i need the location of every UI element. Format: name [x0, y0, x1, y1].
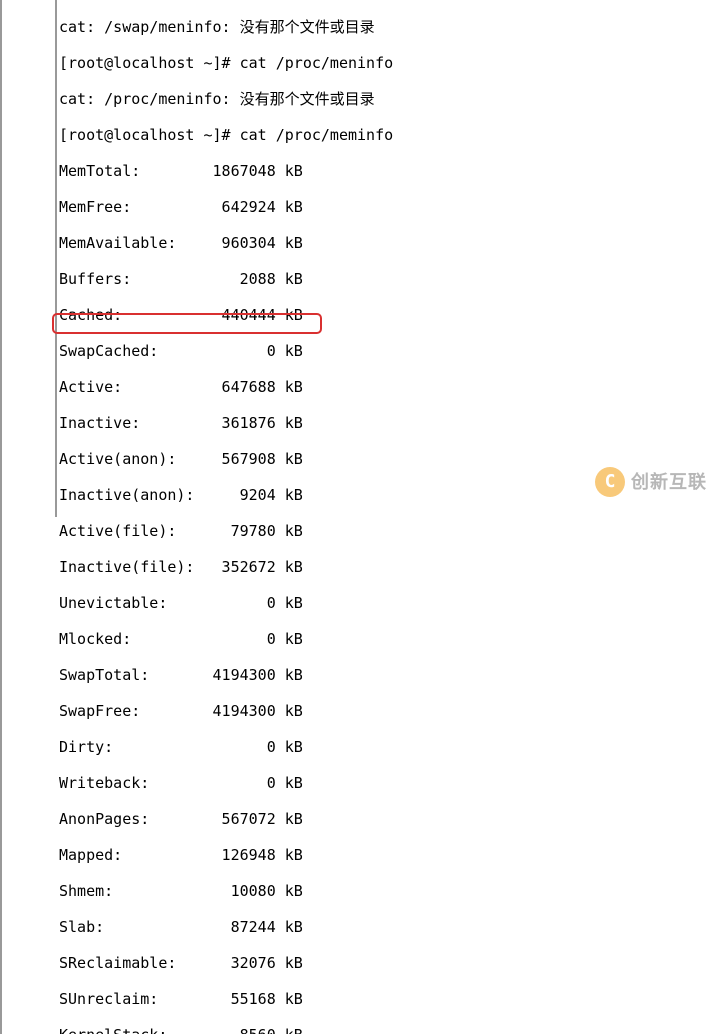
terminal-line: MemFree: 642924 kB	[59, 198, 717, 216]
watermark-text: 创新互联	[631, 473, 707, 491]
watermark-logo-icon: C	[595, 467, 625, 497]
terminal-line: [root@localhost ~]# cat /proc/meminfo	[59, 126, 717, 144]
terminal-line: AnonPages: 567072 kB	[59, 810, 717, 828]
terminal-line: Buffers: 2088 kB	[59, 270, 717, 288]
terminal-line: Dirty: 0 kB	[59, 738, 717, 756]
terminal-line: Writeback: 0 kB	[59, 774, 717, 792]
terminal-line: KernelStack: 8560 kB	[59, 1026, 717, 1034]
terminal-line: Inactive: 361876 kB	[59, 414, 717, 432]
terminal-line: Mapped: 126948 kB	[59, 846, 717, 864]
terminal-line: Mlocked: 0 kB	[59, 630, 717, 648]
terminal-line: Inactive(file): 352672 kB	[59, 558, 717, 576]
terminal-line: MemAvailable: 960304 kB	[59, 234, 717, 252]
terminal-line: Cached: 440444 kB	[59, 306, 717, 324]
terminal-line: Shmem: 10080 kB	[59, 882, 717, 900]
terminal-line: SUnreclaim: 55168 kB	[59, 990, 717, 1008]
terminal-line: SwapTotal: 4194300 kB	[59, 666, 717, 684]
terminal-left-border	[55, 0, 57, 517]
terminal-line: cat: /swap/meninfo: 没有那个文件或目录	[59, 18, 717, 36]
watermark-icon-letter: C	[605, 473, 616, 491]
terminal-line: SReclaimable: 32076 kB	[59, 954, 717, 972]
terminal-line: Active(file): 79780 kB	[59, 522, 717, 540]
terminal-line: SwapCached: 0 kB	[59, 342, 717, 360]
terminal-line: Active: 647688 kB	[59, 378, 717, 396]
terminal-output: cat: /swap/meninfo: 没有那个文件或目录 [root@loca…	[0, 0, 717, 1034]
terminal-line: cat: /proc/meninfo: 没有那个文件或目录	[59, 90, 717, 108]
terminal-line: Active(anon): 567908 kB	[59, 450, 717, 468]
terminal-line: Slab: 87244 kB	[59, 918, 717, 936]
terminal-line: SwapFree: 4194300 kB	[59, 702, 717, 720]
terminal-line: MemTotal: 1867048 kB	[59, 162, 717, 180]
terminal-line: Unevictable: 0 kB	[59, 594, 717, 612]
terminal-line: [root@localhost ~]# cat /proc/meninfo	[59, 54, 717, 72]
watermark: C 创新互联	[595, 467, 707, 497]
